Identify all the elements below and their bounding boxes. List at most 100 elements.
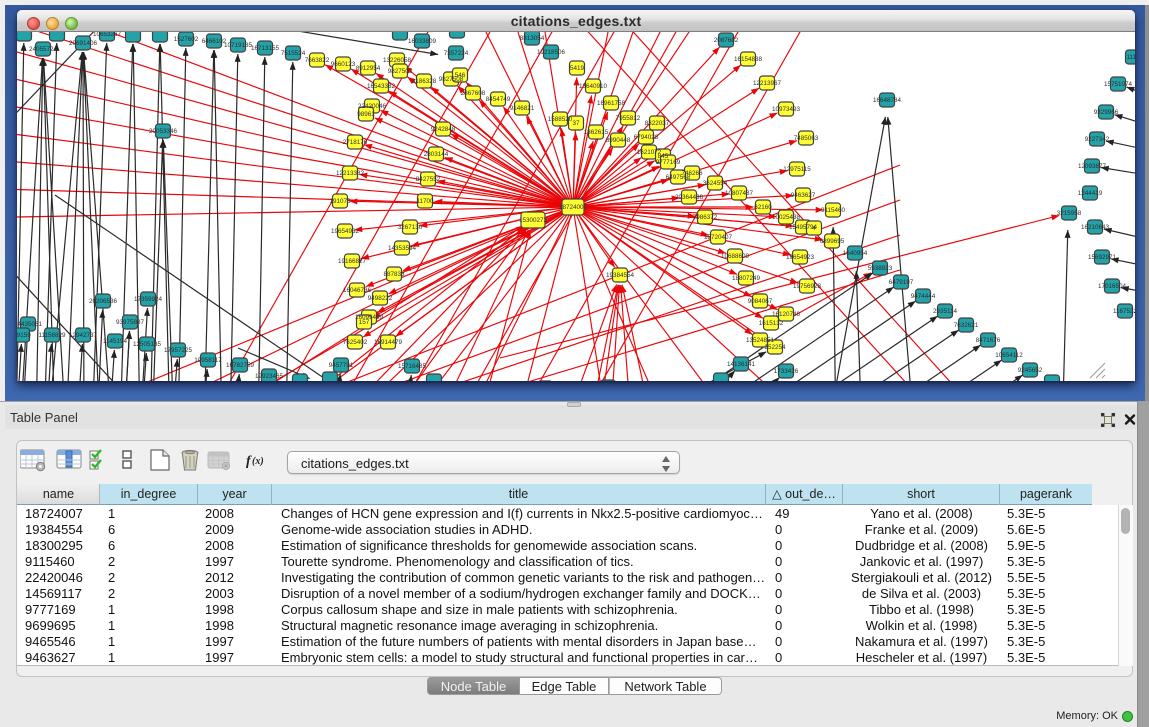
- svg-text:9146821: 9146821: [510, 105, 535, 112]
- svg-text:1615132: 1615132: [759, 320, 784, 327]
- svg-text:4: 4: [812, 225, 816, 232]
- svg-text:16120746: 16120746: [772, 311, 801, 318]
- svg-text:12975115: 12975115: [783, 166, 811, 173]
- svg-text:11700: 11700: [416, 198, 434, 205]
- svg-text:20206536: 20206536: [89, 298, 118, 305]
- svg-text:16154838: 16154838: [734, 56, 763, 63]
- svg-text:252254: 252254: [764, 344, 786, 351]
- svg-text:1588520: 1588520: [548, 116, 573, 123]
- svg-text:7663822: 7663822: [305, 57, 330, 64]
- svg-text:10958117: 10958117: [194, 357, 222, 364]
- svg-text:2087682: 2087682: [714, 37, 739, 44]
- svg-text:1733426: 1733426: [774, 368, 799, 375]
- svg-text:19384554: 19384554: [606, 272, 635, 279]
- svg-text:5419: 5419: [570, 65, 585, 72]
- svg-text:13524851: 13524851: [746, 337, 775, 344]
- svg-text:5938923: 5938923: [868, 265, 893, 272]
- svg-text:7955812: 7955812: [616, 115, 641, 122]
- svg-text:3215958: 3215958: [1057, 210, 1082, 217]
- svg-text:17359924: 17359924: [134, 296, 163, 303]
- svg-text:887833: 887833: [383, 271, 405, 278]
- svg-text:9474444: 9474444: [911, 293, 936, 300]
- svg-text:191073: 191073: [329, 198, 351, 205]
- svg-text:16782759: 16782759: [226, 362, 255, 369]
- svg-text:9777169: 9777169: [656, 159, 681, 166]
- svg-text:19654923: 19654923: [786, 254, 815, 261]
- svg-text:10719185: 10719185: [224, 42, 253, 49]
- svg-text:9329966: 9329966: [1094, 109, 1119, 116]
- svg-text:24055724: 24055724: [29, 46, 58, 53]
- svg-text:6479197: 6479197: [889, 279, 914, 286]
- svg-text:9227342: 9227342: [1085, 136, 1110, 143]
- svg-text:15720407: 15720407: [704, 234, 733, 241]
- svg-text:9498222: 9498222: [368, 295, 393, 302]
- svg-text:16648784: 16648784: [873, 97, 902, 104]
- svg-text:62160: 62160: [754, 204, 772, 211]
- svg-text:24435061: 24435061: [17, 321, 42, 328]
- svg-text:8471676: 8471676: [976, 337, 1001, 344]
- svg-text:19218506: 19218506: [537, 49, 566, 56]
- svg-text:8813054: 8813054: [520, 35, 545, 42]
- svg-text:12093877: 12093877: [1078, 163, 1107, 170]
- svg-text:2803144: 2803144: [424, 151, 449, 158]
- svg-text:7986372: 7986372: [693, 214, 718, 221]
- svg-text:19756928: 19756928: [793, 283, 822, 290]
- svg-text:7625402: 7625402: [343, 339, 368, 346]
- svg-text:9084067: 9084067: [748, 298, 773, 305]
- svg-text:10653267: 10653267: [93, 32, 122, 38]
- svg-text:10654112: 10654112: [995, 352, 1023, 359]
- svg-text:1527602: 1527602: [174, 36, 199, 43]
- svg-text:9660123: 9660123: [331, 61, 356, 68]
- svg-text:546: 546: [455, 72, 466, 79]
- svg-text:3267130: 3267130: [398, 224, 423, 231]
- svg-text:9827503: 9827503: [388, 68, 413, 75]
- svg-text:18724007: 18724007: [559, 204, 588, 211]
- svg-text:14353594: 14353594: [388, 245, 417, 252]
- svg-text:7485063: 7485063: [794, 135, 819, 142]
- svg-text:98961: 98961: [357, 111, 375, 118]
- svg-text:20053346: 20053346: [149, 128, 178, 135]
- svg-text:157: 157: [359, 319, 370, 326]
- svg-text:15692971: 15692971: [1088, 254, 1117, 261]
- svg-text:13226058: 13226058: [383, 57, 412, 64]
- svg-text:12213967: 12213967: [753, 80, 782, 87]
- svg-text:9463627: 9463627: [791, 192, 816, 199]
- svg-text:1167533: 1167533: [1113, 308, 1135, 315]
- svg-text:15751074: 15751074: [1104, 81, 1133, 88]
- svg-text:17957225: 17957225: [164, 347, 193, 354]
- svg-text:12942737: 12942737: [69, 332, 98, 339]
- svg-text:6497568: 6497568: [666, 174, 691, 181]
- svg-text:(x): (x): [252, 456, 264, 467]
- svg-text:8427552: 8427552: [416, 176, 441, 183]
- svg-text:7515524: 7515524: [281, 50, 306, 57]
- svg-text:8322037: 8322037: [645, 120, 670, 127]
- svg-text:16713155: 16713155: [251, 45, 280, 52]
- svg-text:6794028: 6794028: [634, 134, 659, 141]
- svg-text:8454749: 8454749: [486, 96, 511, 103]
- svg-text:2867608: 2867608: [461, 90, 486, 97]
- svg-text:16033809: 16033809: [408, 38, 437, 45]
- svg-text:2935114: 2935114: [933, 308, 958, 315]
- svg-text:7357224: 7357224: [444, 50, 469, 57]
- svg-text:8186328: 8186328: [412, 78, 437, 85]
- svg-text:17016504: 17016504: [1098, 283, 1127, 290]
- svg-text:20364436: 20364436: [675, 194, 704, 201]
- svg-text:15716485: 15716485: [398, 363, 427, 370]
- svg-text:10025438: 10025438: [772, 214, 801, 221]
- svg-text:10973493: 10973493: [772, 106, 801, 113]
- svg-text:8912954: 8912954: [356, 65, 381, 72]
- svg-text:20691406: 20691406: [69, 40, 98, 47]
- svg-text:1145194: 1145194: [103, 338, 128, 345]
- svg-text:22420046: 22420046: [358, 103, 387, 110]
- svg-text:6899695: 6899695: [820, 238, 845, 245]
- svg-text:16914479: 16914479: [374, 339, 403, 346]
- svg-text:1362615: 1362615: [584, 129, 609, 136]
- svg-text:11156829: 11156829: [38, 332, 66, 339]
- svg-text:15300273: 15300273: [519, 217, 548, 224]
- svg-text:19654932: 19654932: [331, 228, 360, 235]
- svg-text:9242848: 9242848: [431, 126, 456, 133]
- svg-text:1244419: 1244419: [1078, 190, 1103, 197]
- svg-text:93975887: 93975887: [116, 319, 145, 326]
- svg-text:12923465: 12923465: [255, 373, 284, 380]
- svg-text:1112: 1112: [1126, 54, 1135, 61]
